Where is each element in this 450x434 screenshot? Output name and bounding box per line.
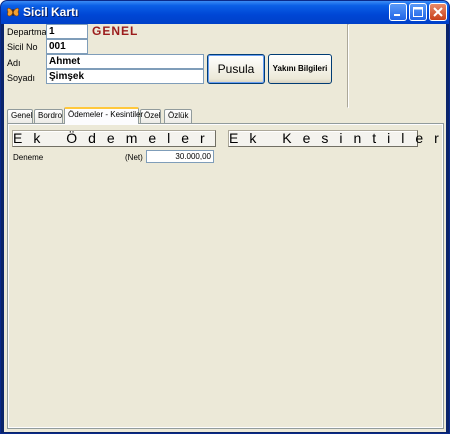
- soyadi-field[interactable]: Şimşek: [46, 69, 204, 84]
- minimize-icon: [394, 14, 400, 16]
- tab-ozel[interactable]: Özel: [140, 109, 161, 123]
- title-bar[interactable]: Sicil Kartı: [1, 1, 449, 24]
- sicil-no-label: Sicil No: [7, 42, 38, 52]
- close-icon: [433, 7, 443, 17]
- maximize-button[interactable]: [409, 3, 427, 21]
- odeme-amount-field[interactable]: 30.000,00: [146, 150, 214, 163]
- odeme-type: (Net): [125, 153, 143, 162]
- window-client-area: Departman 1 GENEL Sicil No 001 Adı Ahmet…: [4, 24, 446, 432]
- soyadi-label: Soyadı: [7, 73, 36, 83]
- adi-field[interactable]: Ahmet: [46, 54, 204, 69]
- group-name: GENEL: [92, 24, 139, 38]
- panel-content: Ek Ödemeler Ek Kesintiler Deneme (Net) 3…: [9, 125, 442, 427]
- tab-ozluk[interactable]: Özlük: [164, 109, 192, 123]
- tab-bordro[interactable]: Bordro: [34, 109, 63, 123]
- sicil-karti-window: Sicil Kartı Departman 1 GENEL Sicil No 0…: [0, 0, 450, 434]
- sicil-no-field[interactable]: 001: [46, 39, 88, 54]
- departman-field[interactable]: 1: [46, 24, 88, 39]
- header-divider: [347, 24, 349, 108]
- tab-genel[interactable]: Genel: [7, 109, 33, 123]
- ek-odemeler-button[interactable]: Ek Ödemeler: [12, 130, 216, 147]
- tab-odemeler-kesintiler[interactable]: Ödemeler - Kesintiler: [64, 107, 143, 124]
- pusula-button[interactable]: Pusula: [207, 54, 265, 84]
- adi-label: Adı: [7, 58, 21, 68]
- close-button[interactable]: [429, 3, 447, 21]
- ek-kesintiler-button[interactable]: Ek Kesintiler: [228, 130, 439, 147]
- yakini-bilgileri-button[interactable]: Yakını Bilgileri: [268, 54, 332, 84]
- minimize-button[interactable]: [389, 3, 407, 21]
- odemeler-kesintiler-panel: Ek Ödemeler Ek Kesintiler Deneme (Net) 3…: [7, 123, 444, 429]
- departman-label: Departman: [7, 27, 52, 37]
- odeme-name: Deneme: [13, 153, 44, 162]
- maximize-icon: [413, 7, 423, 17]
- window-title: Sicil Kartı: [23, 5, 79, 19]
- butterfly-icon: [7, 7, 19, 17]
